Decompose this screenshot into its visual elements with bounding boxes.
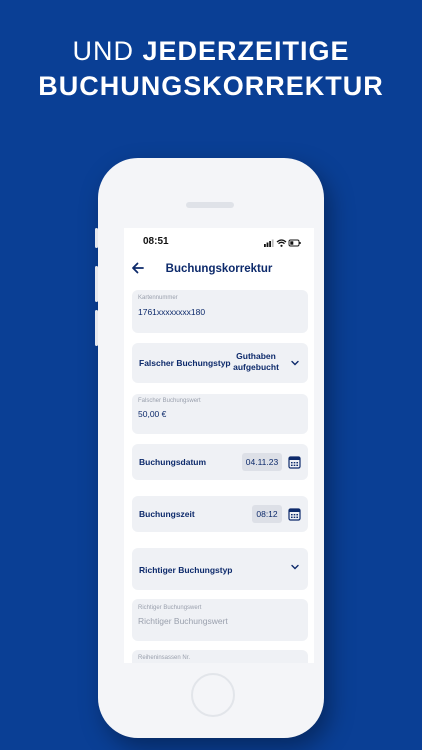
phone-speaker	[186, 202, 234, 208]
phone-mockup: 08:51 Buchungskorrektur Kartennummer 176…	[95, 158, 324, 738]
wrong-booking-type-value: Guthaben aufgebucht	[233, 351, 279, 372]
correct-booking-value-field[interactable]: Richtiger Buchungswert Richtiger Buchung…	[132, 599, 308, 641]
calendar-icon[interactable]	[288, 455, 301, 469]
correct-booking-value-placeholder: Richtiger Buchungswert	[138, 616, 228, 626]
status-time: 08:51	[143, 236, 169, 247]
status-bar: 08:51	[124, 228, 314, 254]
wrong-booking-type-label: Falscher Buchungstyp	[139, 358, 231, 368]
chevron-down-icon	[291, 360, 299, 366]
page-title: Buchungskorrektur	[165, 263, 273, 275]
phone-volume-up	[95, 266, 98, 302]
card-number-label: Kartennummer	[138, 295, 178, 301]
booking-date-row: Buchungsdatum 04.11.23	[132, 444, 308, 480]
next-field-label: Reiheninsassen Nr.	[138, 655, 191, 661]
app-screen: 08:51 Buchungskorrektur Kartennummer 176…	[124, 228, 314, 663]
card-number-field[interactable]: Kartennummer 1761xxxxxxxx180	[132, 290, 308, 333]
chevron-down-icon	[291, 564, 299, 570]
signal-icon	[264, 239, 274, 247]
wrong-booking-value-field[interactable]: Falscher Buchungswert 50,00 €	[132, 394, 308, 434]
calendar-icon[interactable]	[288, 507, 301, 521]
wrong-booking-value: 50,00 €	[138, 409, 167, 419]
home-button[interactable]	[191, 673, 235, 717]
wifi-icon	[276, 239, 287, 247]
card-number-value: 1761xxxxxxxx180	[138, 307, 206, 317]
nav-bar: Buchungskorrektur	[124, 258, 314, 284]
phone-mute-switch	[95, 228, 98, 248]
wrong-booking-type-dropdown[interactable]: Falscher Buchungstyp Guthaben aufgebucht	[132, 343, 308, 383]
headline-line-1: UND JEDERZEITIGE	[72, 36, 350, 66]
correct-booking-type-label: Richtiger Buchungstyp	[139, 565, 233, 575]
headline-line-2: BUCHUNGSKORREKTUR	[38, 71, 384, 101]
status-icons	[264, 239, 301, 247]
next-field[interactable]: Reiheninsassen Nr.	[132, 650, 308, 663]
booking-date-label: Buchungsdatum	[139, 457, 207, 467]
wrong-booking-value-label: Falscher Buchungswert	[138, 398, 201, 404]
correct-booking-value-label: Richtiger Buchungswert	[138, 605, 202, 611]
phone-volume-down	[95, 310, 98, 346]
battery-icon	[288, 239, 301, 247]
booking-time-row: Buchungszeit 08:12	[132, 496, 308, 532]
promo-headline: UND JEDERZEITIGE BUCHUNGSKORREKTUR	[0, 34, 422, 104]
correct-booking-type-dropdown[interactable]: Richtiger Buchungstyp	[132, 548, 308, 590]
booking-time-input[interactable]: 08:12	[252, 505, 282, 523]
booking-time-label: Buchungszeit	[139, 509, 195, 519]
booking-date-input[interactable]: 04.11.23	[242, 453, 282, 471]
